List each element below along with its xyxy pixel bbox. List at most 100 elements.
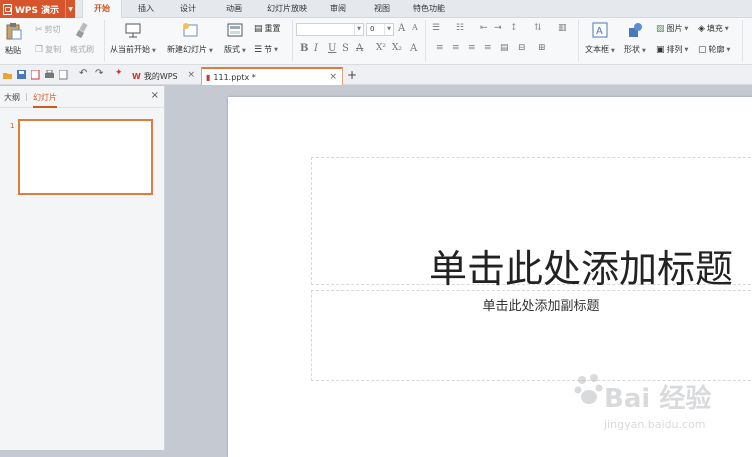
tab-special-features[interactable]: 特色功能 [406, 0, 452, 18]
textbox-button[interactable]: A 文本框 ▼ [585, 22, 615, 55]
tab-design[interactable]: 设计 [170, 0, 206, 18]
new-slide-label: 新建幻灯片 [167, 45, 207, 54]
format-painter-button[interactable]: 格式刷 [70, 22, 94, 55]
increase-font-icon[interactable]: A [398, 23, 405, 34]
picture-icon: ▨ [656, 23, 665, 34]
outline-button[interactable]: ▢ 轮廓 ▼ [698, 44, 730, 55]
quick-access-bar: ↶ ↷ ✦ W 我的WPS × ▮ 111.pptx * × + [0, 65, 752, 85]
fill-bucket-icon: ◈ [698, 23, 705, 34]
picture-button[interactable]: ▨ 图片 ▼ [656, 23, 688, 34]
justify-icon[interactable]: ≡ [484, 43, 492, 53]
clipboard-icon [6, 23, 22, 40]
tab-home[interactable]: 开始 [82, 0, 122, 18]
close-icon[interactable]: × [187, 70, 195, 80]
section-button[interactable]: ☰ 节 ▼ [254, 44, 278, 55]
wps-w-icon: W [132, 71, 141, 81]
align-center-icon[interactable]: ≡ [452, 43, 460, 53]
tab-separator: | [25, 92, 28, 101]
decrease-font-icon[interactable]: A [412, 23, 418, 32]
cut-button[interactable]: ✂ 剪切 [35, 24, 61, 35]
layout-label: 版式 [224, 45, 240, 54]
close-icon[interactable]: × [329, 72, 337, 82]
slide-number: 1 [10, 122, 15, 130]
picture-label: 图片 [666, 24, 683, 33]
tab-my-wps-label: 我的WPS [143, 71, 178, 81]
tab-view[interactable]: 视图 [366, 0, 398, 18]
pin-icon[interactable]: ✦ [115, 68, 124, 78]
divider [425, 20, 426, 62]
tab-animation[interactable]: 动画 [216, 0, 252, 18]
undo-icon[interactable]: ↶ [79, 68, 88, 79]
bullet-list-icon[interactable]: ☰ [432, 23, 440, 33]
fill-button[interactable]: ◈ 填充 ▼ [698, 23, 729, 34]
tab-document-label: 111.pptx * [213, 72, 256, 82]
app-name: WPS 演示 [15, 5, 60, 16]
divider [742, 20, 743, 62]
align-right-icon[interactable]: ≡ [468, 43, 476, 53]
copy-button[interactable]: ❐ 复制 [35, 44, 61, 55]
columns-icon[interactable]: ▥ [558, 23, 567, 33]
watermark-brand: Bai 经验 [604, 384, 712, 414]
bold-icon[interactable]: B [300, 43, 308, 54]
open-folder-icon[interactable] [3, 70, 12, 80]
add-tab-button[interactable]: + [347, 68, 357, 82]
slide-thumbnail[interactable] [18, 119, 153, 195]
tab-slideshow[interactable]: 幻灯片放映 [258, 0, 316, 18]
divider [292, 20, 293, 62]
subtitle-placeholder-text[interactable]: 单击此处添加副标题 [312, 295, 752, 314]
close-icon[interactable]: × [151, 90, 159, 101]
save-icon[interactable] [17, 70, 26, 80]
shape-button[interactable]: 形状 ▼ [624, 22, 646, 55]
align-text-icon[interactable]: ⊟ [518, 43, 526, 53]
font-name-select[interactable]: ▼ [296, 23, 364, 36]
title-placeholder-text[interactable]: 单击此处添加标题 [312, 238, 752, 293]
textbox-label: 文本框 [585, 45, 609, 54]
numbered-list-icon[interactable]: ☷ [456, 23, 464, 33]
smartart-icon[interactable]: ⊞ [538, 43, 546, 53]
decrease-indent-icon[interactable]: ⇤ [480, 23, 488, 33]
underline-icon[interactable]: U [328, 43, 336, 54]
print-preview-icon[interactable] [59, 70, 68, 80]
tab-my-wps[interactable]: W 我的WPS × [128, 67, 200, 85]
title-placeholder[interactable]: 单击此处添加标题 [311, 157, 752, 291]
tab-slides[interactable]: 幻灯片 [33, 92, 57, 108]
tab-document[interactable]: ▮ 111.pptx * × [201, 67, 343, 85]
chevron-down-icon[interactable]: ▼ [65, 0, 75, 18]
arrange-label: 排列 [666, 45, 683, 54]
divider [578, 20, 579, 62]
paste-label: 粘贴 [5, 46, 21, 55]
subscript-icon[interactable]: X₂ [392, 43, 402, 53]
print-icon[interactable] [45, 70, 54, 80]
font-size-select[interactable]: 0 ▼ [366, 23, 394, 36]
paw-logo-icon [574, 374, 603, 404]
strikethrough-icon[interactable]: A [356, 43, 363, 54]
increase-indent-icon[interactable]: ⇥ [494, 23, 502, 33]
italic-icon[interactable]: I [314, 43, 318, 54]
tab-review[interactable]: 审阅 [322, 0, 354, 18]
line-spacing-icon[interactable]: ↕ [510, 23, 518, 33]
layout-button[interactable]: 版式 ▼ [224, 22, 246, 55]
shadow-icon[interactable]: S [342, 43, 349, 54]
slideshow-icon [125, 23, 141, 38]
tab-insert[interactable]: 插入 [128, 0, 164, 18]
textbox-icon: A [592, 22, 608, 38]
superscript-icon[interactable]: X² [376, 43, 386, 53]
scissors-icon: ✂ [35, 24, 43, 35]
distribute-icon[interactable]: ▤ [500, 43, 509, 53]
tab-outline[interactable]: 大纲 [4, 92, 20, 103]
chevron-down-icon: ▼ [354, 24, 363, 35]
arrange-button[interactable]: ▣ 排列 ▼ [656, 44, 688, 55]
text-effect-icon[interactable]: A [410, 43, 417, 54]
paste-button[interactable]: 粘贴 [4, 22, 22, 56]
align-left-icon[interactable]: ≡ [436, 43, 444, 53]
play-from-current-button[interactable]: 从当前开始 ▼ [110, 22, 156, 55]
text-direction-icon[interactable]: ⇅ [534, 23, 542, 33]
new-slide-button[interactable]: 新建幻灯片 ▼ [167, 22, 213, 55]
redo-icon[interactable]: ↷ [95, 68, 104, 79]
export-pdf-icon[interactable] [31, 70, 40, 80]
new-slide-icon [182, 23, 198, 37]
format-painter-label: 格式刷 [70, 45, 94, 54]
reset-button[interactable]: ▤ 重置 [254, 23, 281, 34]
app-menu-button[interactable]: WPS 演示 ▼ [0, 0, 75, 18]
arrange-icon: ▣ [656, 44, 665, 55]
